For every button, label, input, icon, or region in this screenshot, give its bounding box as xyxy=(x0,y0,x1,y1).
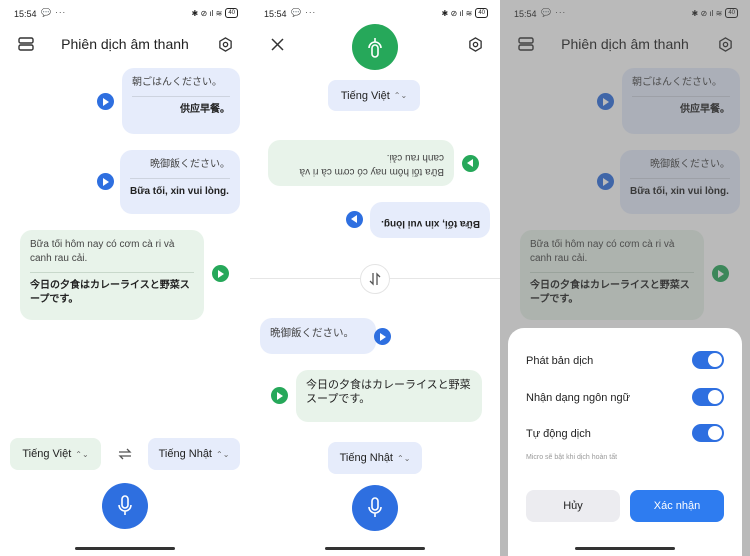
battery-icon: 40 xyxy=(475,8,488,18)
battery-icon: 40 xyxy=(225,8,238,18)
microphone-icon xyxy=(368,38,382,58)
option-language-detect: Nhận dạng ngôn ngữ xyxy=(526,388,724,408)
home-indicator xyxy=(75,547,175,550)
auto-translate-toggle[interactable] xyxy=(692,424,724,442)
playback-toggle[interactable] xyxy=(692,351,724,369)
option-auto-translate: Tự động dịch xyxy=(526,424,724,444)
language-detect-toggle[interactable] xyxy=(692,388,724,406)
chevron-updown-icon: ⌃⌄ xyxy=(397,453,411,463)
play-button[interactable] xyxy=(346,211,363,228)
microphone-button[interactable] xyxy=(352,485,398,531)
target-language-label: Tiếng Nhật xyxy=(158,448,212,460)
message-bubble: 晩御飯ください。 xyxy=(260,318,376,354)
chevron-updown-icon: ⌃⌄ xyxy=(75,449,89,459)
screen-settings-sheet: 15:54 💬 ··· ✱ ⊘ ıl ≋ 40 Phiên dịch âm th… xyxy=(500,0,750,556)
translation-text: 今日の夕食はカレーライスと野菜スープです。 xyxy=(306,379,471,405)
translation-text: 今日の夕食はカレーライスと野菜スープです。 xyxy=(30,280,190,305)
translation-text: Bữa tối, xin vui lòng. xyxy=(381,218,480,229)
play-button[interactable] xyxy=(97,173,114,190)
play-button[interactable] xyxy=(212,265,229,282)
option-label: Phát bản dịch xyxy=(526,355,594,367)
translation-text: Bữa tối, xin vui lòng. xyxy=(130,186,229,197)
chevron-updown-icon: ⌃⌄ xyxy=(216,449,230,459)
source-text: 晩御飯ください。 xyxy=(150,159,230,170)
confirm-button[interactable]: Xác nhận xyxy=(630,490,724,522)
option-playback: Phát bản dịch xyxy=(526,351,724,371)
page-title: Phiên dịch âm thanh xyxy=(61,36,189,52)
chevron-updown-icon: ⌃⌄ xyxy=(393,91,408,100)
play-button[interactable] xyxy=(97,93,114,110)
close-icon[interactable] xyxy=(266,33,288,55)
notification-icons: 💬 ··· xyxy=(41,8,67,17)
settings-icon[interactable] xyxy=(464,33,486,55)
message-bubble: 晩御飯ください。 Bữa tối, xin vui lòng. xyxy=(120,150,240,214)
source-language-button[interactable]: Tiếng Việt ⌃⌄ xyxy=(10,438,101,470)
top-language-label: Tiếng Việt xyxy=(340,89,390,102)
settings-icon[interactable] xyxy=(214,33,236,55)
microphone-icon xyxy=(368,497,382,517)
message-bubble-flipped: Bữa tối, xin vui lòng. xyxy=(370,202,490,238)
status-bar: 15:54 💬 ··· ✱ ⊘ ıl ≋ 40 xyxy=(264,8,488,22)
bottom-language-label: Tiếng Nhật xyxy=(339,452,393,464)
microphone-button-top[interactable] xyxy=(352,24,398,70)
microphone-icon xyxy=(118,495,132,515)
source-text: Bữa tối hôm nay có cơm cà ri và canh rau… xyxy=(30,239,175,264)
status-time: 15:54 xyxy=(264,9,287,19)
message-bubble: 今日の夕食はカレーライスと野菜スープです。 xyxy=(296,370,482,422)
swap-vertical-icon xyxy=(369,272,381,286)
screen-voice-translate: 15:54 💬 ··· ✱ ⊘ ıl ≋ 40 Phiên dịch âm th… xyxy=(0,0,250,556)
source-text: Bữa tối hôm nay có cơm cà ri và canh rau… xyxy=(299,152,444,177)
option-label: Tự động dịch xyxy=(526,428,591,440)
bubble-divider xyxy=(130,178,230,179)
bottom-language-button[interactable]: Tiếng Nhật ⌃⌄ xyxy=(328,442,422,474)
play-button[interactable] xyxy=(374,328,391,345)
system-icons: ✱ ⊘ ıl ≋ 40 xyxy=(192,8,238,18)
auto-translate-hint: Micro sẽ bật khi dịch hoàn tất xyxy=(526,454,618,461)
microphone-button[interactable] xyxy=(102,483,148,529)
bubble-divider xyxy=(30,272,194,273)
translation-text: 供应早餐。 xyxy=(180,104,230,115)
top-language-button[interactable]: Tiếng Việt ⌃⌄ xyxy=(328,80,420,111)
status-bar: 15:54 💬 ··· ✱ ⊘ ıl ≋ 40 xyxy=(14,8,238,22)
screen-face-to-face: 15:54 💬 ··· ✱ ⊘ ıl ≋ 40 Tiếng Việt ⌃⌄ Bữ… xyxy=(250,0,500,556)
message-bubble: 朝ごはんください。 供应早餐。 xyxy=(122,68,240,134)
top-bar: Phiên dịch âm thanh xyxy=(0,30,250,58)
option-label: Nhận dạng ngôn ngữ xyxy=(526,392,631,404)
play-button[interactable] xyxy=(462,155,479,172)
source-language-label: Tiếng Việt xyxy=(22,448,72,460)
home-indicator xyxy=(575,547,675,550)
source-text: 朝ごはんください。 xyxy=(132,77,222,88)
play-button[interactable] xyxy=(271,387,288,404)
target-language-button[interactable]: Tiếng Nhật ⌃⌄ xyxy=(148,438,240,470)
message-bubble-flipped: Bữa tối hôm nay có cơm cà ri và canh rau… xyxy=(268,140,454,186)
rotate-swap-button[interactable] xyxy=(360,264,390,294)
swap-languages-icon[interactable] xyxy=(114,443,136,465)
bubble-divider xyxy=(132,96,230,97)
status-time: 15:54 xyxy=(14,9,37,19)
source-text: 晩御飯ください。 xyxy=(270,327,354,339)
settings-bottom-sheet: Phát bản dịch Nhận dạng ngôn ngữ Tự động… xyxy=(508,328,742,556)
home-indicator xyxy=(325,547,425,550)
system-icons: ✱ ⊘ ıl ≋ 40 xyxy=(442,8,488,18)
notification-icons: 💬 ··· xyxy=(291,8,317,17)
message-bubble: Bữa tối hôm nay có cơm cà ri và canh rau… xyxy=(20,230,204,320)
cancel-button[interactable]: Hủy xyxy=(526,490,620,522)
